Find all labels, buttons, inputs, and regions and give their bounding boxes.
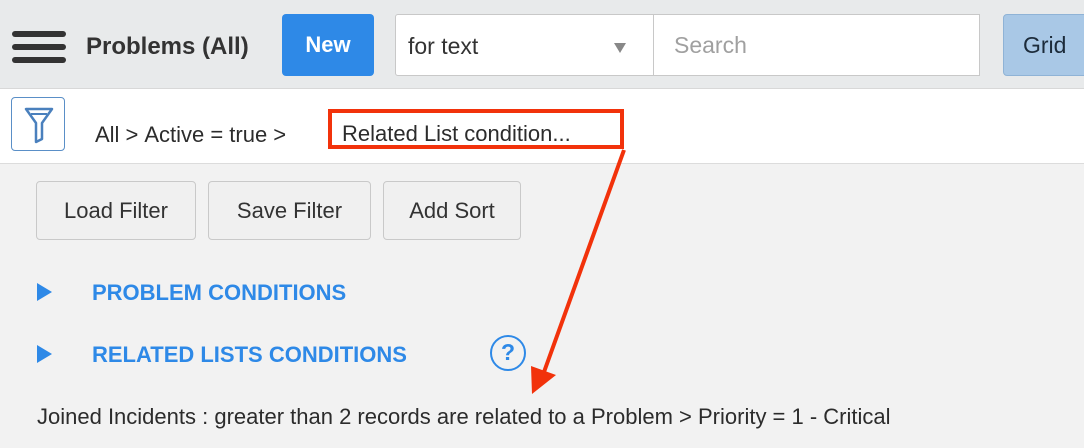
search-input[interactable] (654, 14, 980, 76)
related-lists-conditions-toggle[interactable]: RELATED LISTS CONDITIONS (92, 342, 407, 368)
triangle-right-icon[interactable] (37, 283, 52, 301)
load-filter-button[interactable]: Load Filter (36, 181, 196, 240)
new-button[interactable]: New (282, 14, 374, 76)
filter-funnel-icon (24, 107, 54, 144)
help-icon[interactable]: ? (490, 335, 526, 371)
save-filter-button[interactable]: Save Filter (208, 181, 371, 240)
list-title: Problems (All) (86, 33, 249, 60)
add-sort-button[interactable]: Add Sort (383, 181, 521, 240)
breadcrumb-separator: > (273, 122, 287, 147)
breadcrumb-item-all[interactable]: All (95, 122, 119, 147)
breadcrumb-item-active[interactable]: Active = true (144, 122, 267, 147)
caret-down-icon (614, 43, 626, 53)
search-field-value: for text (408, 33, 479, 59)
grid-button[interactable]: Grid (1003, 14, 1084, 76)
list-header: Problems (All) New for text Grid (0, 0, 1084, 89)
breadcrumb: All > Active = true > Related List conditio… (0, 89, 1084, 164)
search-field-select[interactable]: for text (395, 14, 654, 76)
problem-conditions-toggle[interactable]: PROBLEM CONDITIONS (92, 280, 346, 306)
related-list-condition-summary: Joined Incidents : greater than 2 record… (37, 404, 891, 429)
breadcrumb-separator: > (125, 122, 139, 147)
triangle-right-icon[interactable] (37, 345, 52, 363)
menu-icon[interactable] (12, 29, 66, 65)
filter-toggle-button[interactable] (11, 97, 65, 151)
breadcrumb-item-related-list[interactable]: Related List condition... (342, 121, 571, 147)
breadcrumb-trail: All > Active = true > (95, 122, 292, 148)
